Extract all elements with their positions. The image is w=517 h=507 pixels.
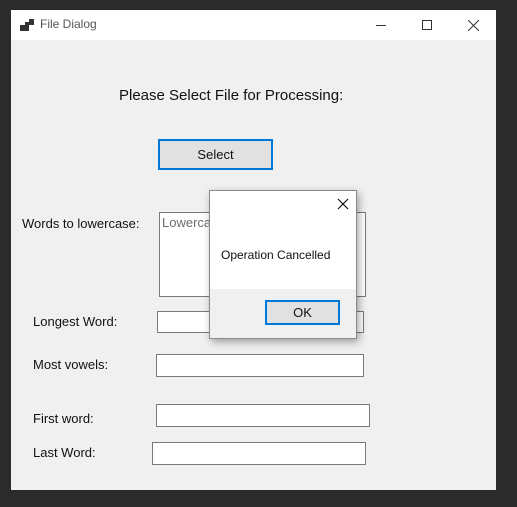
ok-button[interactable]: OK [265, 300, 340, 325]
first-word-field[interactable] [156, 404, 370, 427]
close-icon [467, 19, 479, 31]
window-title: File Dialog [40, 17, 97, 31]
file-dialog-window: File Dialog Please Select File for Proce… [11, 10, 496, 490]
message-close-button[interactable] [336, 197, 350, 211]
most-vowels-field[interactable] [156, 354, 364, 377]
title-bar[interactable]: File Dialog [11, 10, 496, 40]
maximize-icon [422, 20, 432, 30]
close-icon [337, 198, 349, 210]
most-vowels-label: Most vowels: [33, 357, 109, 372]
minimize-icon [376, 25, 386, 26]
message-text: Operation Cancelled [221, 248, 331, 262]
last-word-field[interactable] [152, 442, 366, 465]
message-box: Operation Cancelled OK [209, 190, 357, 339]
message-footer: OK [210, 289, 356, 338]
close-button[interactable] [450, 10, 496, 40]
maximize-button[interactable] [404, 10, 450, 40]
select-file-button[interactable]: Select [158, 139, 273, 170]
last-word-label: Last Word: [33, 445, 96, 460]
page-heading: Please Select File for Processing: [119, 87, 344, 104]
longest-word-label: Longest Word: [33, 314, 118, 329]
app-icon [20, 19, 34, 31]
first-word-label: First word: [33, 411, 94, 426]
words-lowercase-label: Words to lowercase: [22, 216, 140, 231]
minimize-button[interactable] [358, 10, 404, 40]
